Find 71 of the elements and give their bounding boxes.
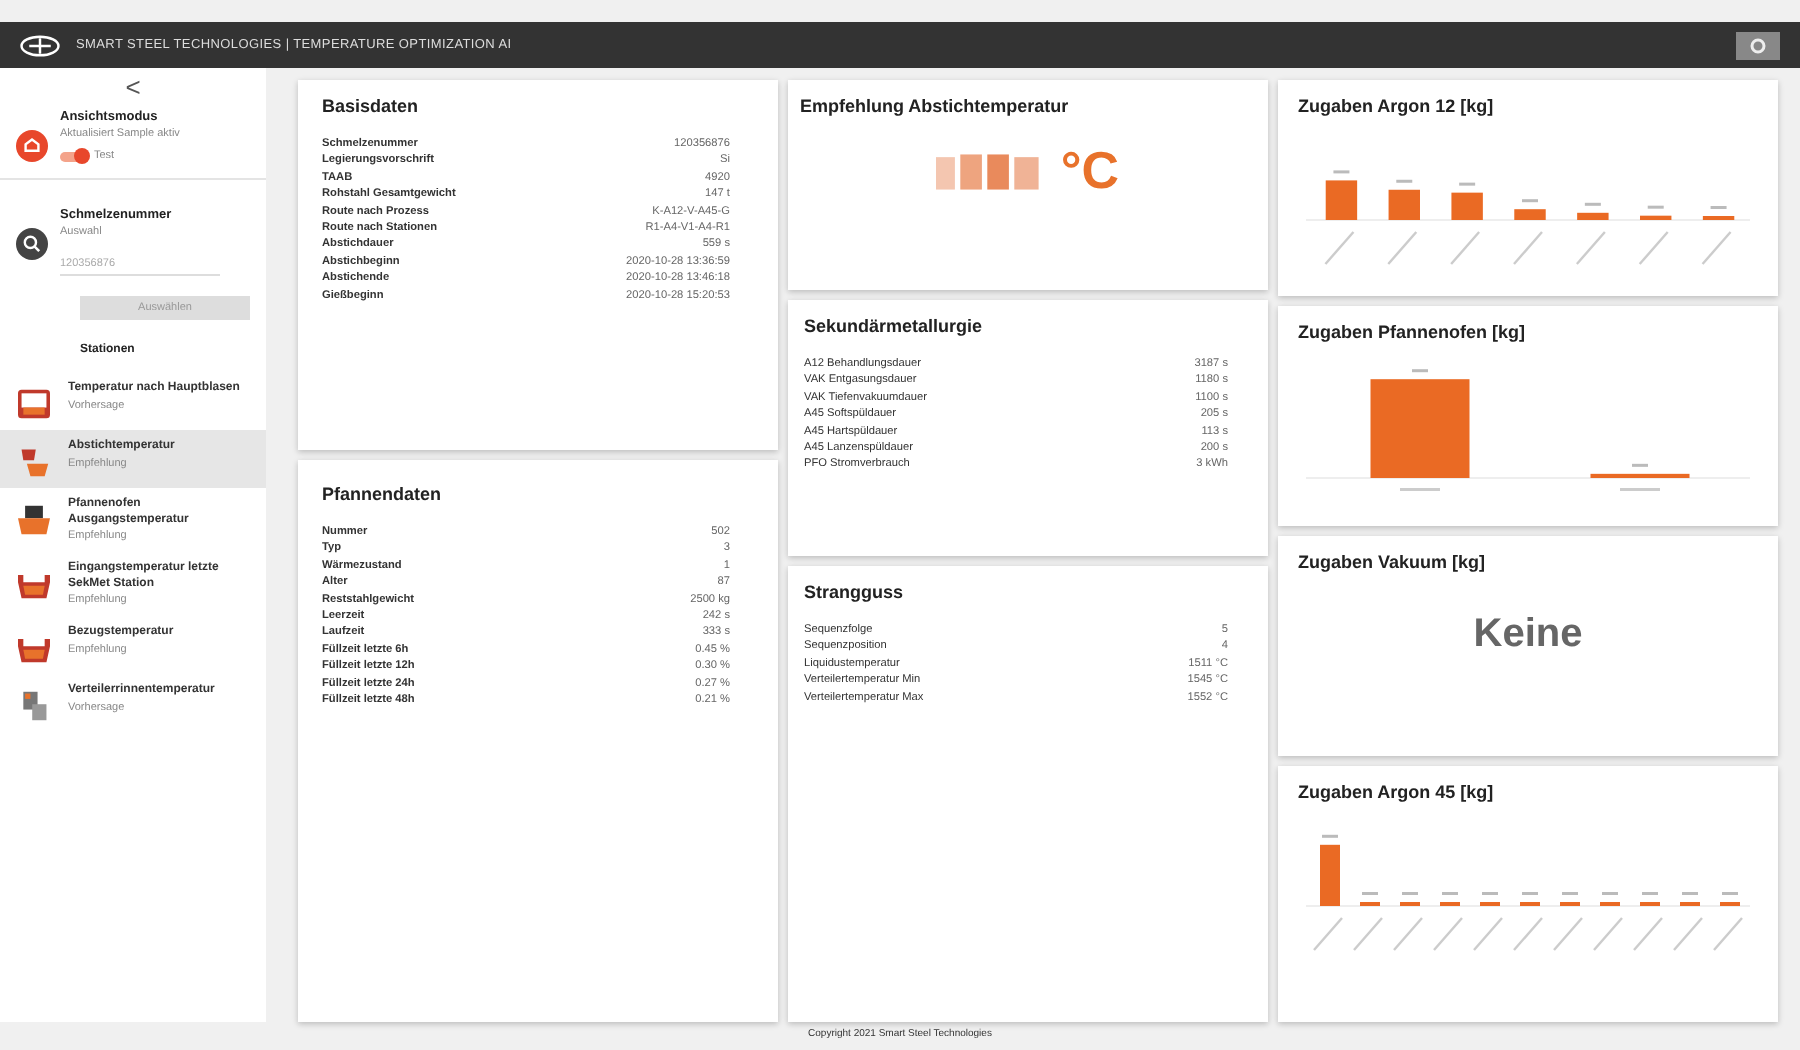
card-title: Zugaben Argon 12 [kg] [1298,96,1496,116]
bar [1577,212,1609,220]
axis-label-mark [1324,231,1355,265]
bar [1590,473,1690,478]
value-label-mark [1362,892,1378,895]
back-button[interactable]: < [117,72,149,102]
axis-label-mark [1701,231,1732,265]
card-title: Pfannendaten [322,484,444,504]
card-title: Empfehlung Abstichtemperatur [800,96,1071,116]
value-label-mark [1647,205,1664,209]
value-label-mark [1722,892,1738,895]
bar [1640,215,1672,220]
converter-icon [16,388,52,420]
value-label-mark [1562,892,1578,895]
axis-label-mark [1513,917,1543,951]
axis-label-mark [1673,917,1703,951]
axis-label-mark [1400,488,1440,491]
value-label-mark [1602,892,1618,895]
axis-label-mark [1393,917,1423,951]
axis-label-mark [1575,231,1606,265]
value-label-mark [1333,170,1350,174]
value-label-mark [1459,182,1476,186]
card-title: Zugaben Argon 45 [kg] [1298,782,1496,802]
axis-label-mark [1593,917,1623,951]
value-label-mark [1322,834,1338,838]
bar [1325,180,1358,220]
value-label-mark [1710,206,1727,209]
value-label-mark [1522,892,1538,895]
settings-icon [1748,35,1768,55]
furnace-icon [16,504,52,536]
card-title: Zugaben Pfannenofen [kg] [1298,322,1527,342]
value-label-mark [1632,463,1648,467]
value-label-mark [1402,892,1418,895]
settings-button[interactable] [1736,31,1780,59]
logo-icon [20,33,60,57]
axis-label-mark [1450,231,1481,265]
empty-message: Keine [1471,612,1585,658]
bar [1370,379,1470,478]
bar [1320,844,1340,906]
bar [1451,192,1483,220]
value-label-mark [1482,892,1498,895]
axis-label-mark [1713,917,1743,951]
value-label-mark [1584,202,1601,206]
value-label-mark [1682,892,1698,895]
bar [1514,209,1546,220]
value-label-mark [1396,179,1413,183]
card-title: Sekundärmetallurgie [804,316,985,336]
search-icon [16,228,48,260]
card-title: Strangguss [804,582,906,602]
card-title: Basisdaten [322,96,421,116]
axis-label-mark [1473,917,1503,951]
value-label-mark [1412,369,1428,373]
axis-label-mark [1638,231,1669,265]
value-label-mark [1642,892,1658,895]
axis-label-mark [1433,917,1463,951]
mode-toggle[interactable] [60,151,88,161]
axis-label-mark [1513,231,1543,265]
bar [1388,189,1420,220]
value-label-mark [1522,199,1538,203]
axis-label-mark [1387,231,1418,265]
axis-label-mark [1553,917,1583,951]
card-title: Zugaben Vakuum [kg] [1298,552,1488,572]
value-label-mark [1442,892,1458,895]
axis-label-mark [1353,917,1383,951]
axis-label-mark [1313,917,1343,951]
ladle-pour-icon [16,446,52,478]
temperature-unit: °C [1060,140,1120,202]
blurred-value-drawing [936,149,1045,193]
mode-icon [16,130,48,162]
axis-label-mark [1633,917,1663,951]
axis-label-mark [1620,488,1660,491]
